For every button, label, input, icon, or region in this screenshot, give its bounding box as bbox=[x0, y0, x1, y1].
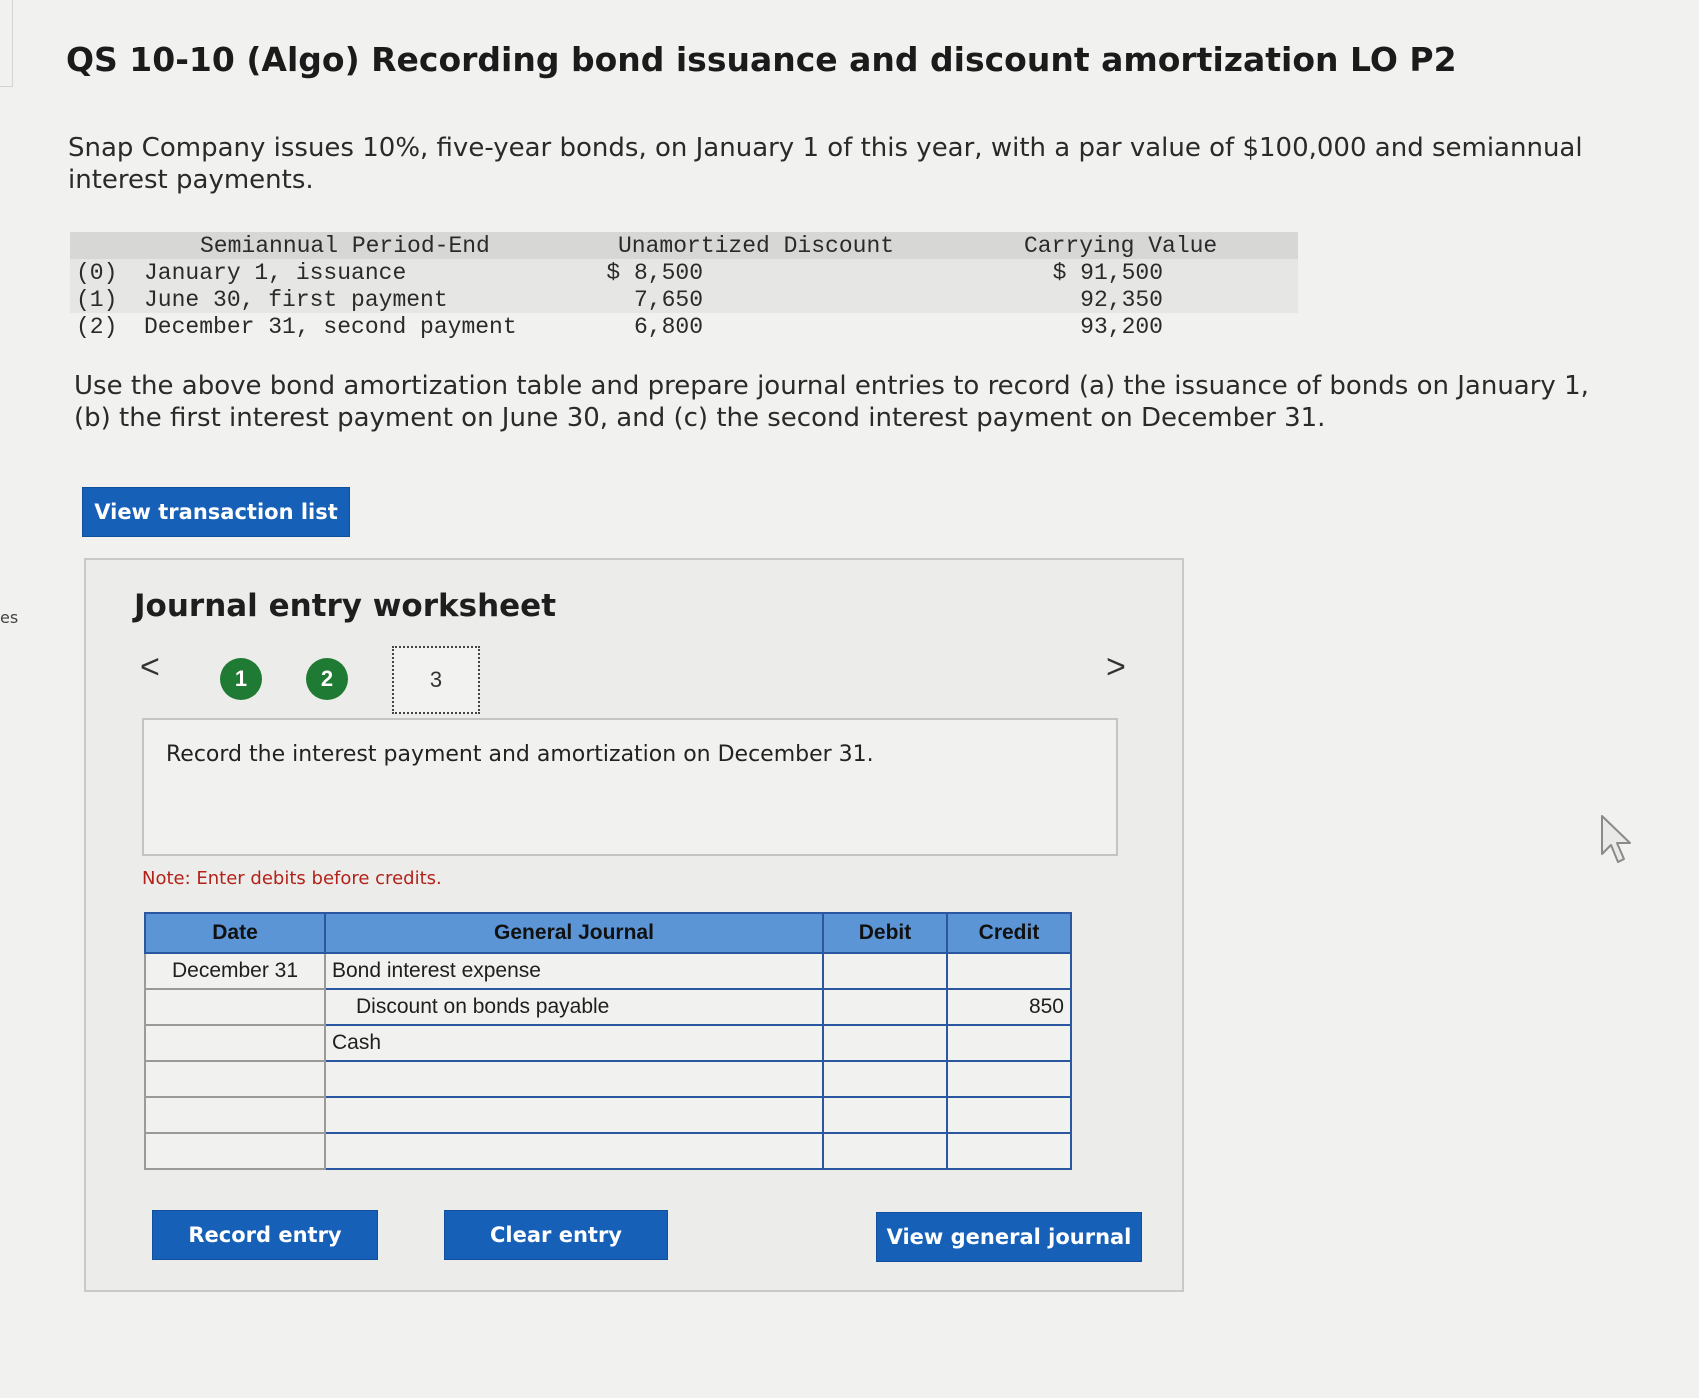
row-carrying: 92,350 bbox=[1080, 287, 1163, 313]
account-cell[interactable]: Bond interest expense bbox=[324, 952, 824, 990]
table-row: December 31 Bond interest expense bbox=[144, 952, 1072, 990]
debit-cell[interactable] bbox=[822, 988, 948, 1026]
amortization-table: Semiannual Period-End Unamortized Discou… bbox=[70, 232, 1298, 340]
chevron-left-icon[interactable]: < bbox=[140, 648, 160, 687]
entry-prompt-box: Record the interest payment and amortiza… bbox=[142, 718, 1118, 856]
header-carrying-value: Carrying Value bbox=[1024, 233, 1218, 259]
header-unamortized-discount: Unamortized Discount bbox=[618, 233, 895, 259]
date-cell[interactable] bbox=[144, 1096, 326, 1134]
debit-cell[interactable] bbox=[822, 952, 948, 990]
row-carrying: $ 91,500 bbox=[1052, 260, 1163, 286]
row-discount: 7,650 bbox=[633, 287, 703, 313]
credit-cell[interactable] bbox=[946, 1096, 1072, 1134]
header-general-journal: General Journal bbox=[324, 912, 824, 954]
row-discount: 6,800 bbox=[633, 314, 703, 340]
debit-cell[interactable] bbox=[822, 1132, 948, 1170]
header-debit: Debit bbox=[822, 912, 948, 954]
header-credit: Credit bbox=[946, 912, 1072, 954]
table-row bbox=[144, 1096, 1072, 1134]
header-date: Date bbox=[144, 912, 326, 954]
view-general-journal-button[interactable]: View general journal bbox=[876, 1212, 1142, 1262]
table-row bbox=[144, 1132, 1072, 1170]
credit-cell[interactable] bbox=[946, 1024, 1072, 1062]
journal-entry-worksheet: Journal entry worksheet < 1 2 3 > Record… bbox=[84, 558, 1184, 1292]
debit-cell[interactable] bbox=[822, 1096, 948, 1134]
table-row: Discount on bonds payable 850 bbox=[144, 988, 1072, 1026]
general-journal-table: Date General Journal Debit Credit Decemb… bbox=[144, 912, 1072, 1170]
credit-cell[interactable] bbox=[946, 1132, 1072, 1170]
journal-header-row: Date General Journal Debit Credit bbox=[144, 912, 1072, 954]
row-label: December 31, second payment bbox=[144, 314, 517, 340]
amortization-row: (1) June 30, first payment 7,650 92,350 bbox=[70, 286, 1298, 313]
row-index: (0) bbox=[76, 260, 118, 286]
left-panel-tab-text: es bbox=[0, 608, 19, 627]
account-cell[interactable]: Cash bbox=[324, 1024, 824, 1062]
amortization-header-row: Semiannual Period-End Unamortized Discou… bbox=[70, 232, 1298, 259]
date-cell[interactable] bbox=[144, 988, 326, 1026]
amortization-row: (2) December 31, second payment 6,800 93… bbox=[70, 313, 1298, 340]
debit-cell[interactable] bbox=[822, 1024, 948, 1062]
date-cell[interactable] bbox=[144, 1060, 326, 1098]
clear-entry-button[interactable]: Clear entry bbox=[444, 1210, 668, 1260]
chevron-right-icon[interactable]: > bbox=[1106, 648, 1126, 687]
row-index: (2) bbox=[76, 314, 118, 340]
account-cell[interactable] bbox=[324, 1132, 824, 1170]
step-3-button[interactable]: 3 bbox=[392, 646, 480, 714]
header-period: Semiannual Period-End bbox=[200, 233, 490, 259]
left-panel-tab bbox=[0, 0, 13, 87]
amortization-row: (0) January 1, issuance $ 8,500 $ 91,500 bbox=[70, 259, 1298, 286]
table-row: Cash bbox=[144, 1024, 1072, 1062]
account-cell[interactable] bbox=[324, 1096, 824, 1134]
record-entry-button[interactable]: Record entry bbox=[152, 1210, 378, 1260]
row-label: January 1, issuance bbox=[144, 260, 407, 286]
account-cell[interactable] bbox=[324, 1060, 824, 1098]
step-2-button[interactable]: 2 bbox=[306, 658, 348, 700]
entry-note: Note: Enter debits before credits. bbox=[142, 868, 442, 889]
entry-prompt: Record the interest payment and amortiza… bbox=[166, 742, 874, 767]
problem-instructions: Use the above bond amortization table an… bbox=[74, 371, 1589, 433]
row-discount: $ 8,500 bbox=[606, 260, 703, 286]
credit-cell[interactable] bbox=[946, 952, 1072, 990]
page-title: QS 10-10 (Algo) Recording bond issuance … bbox=[66, 40, 1457, 79]
account-cell[interactable]: Discount on bonds payable bbox=[324, 988, 824, 1026]
debit-cell[interactable] bbox=[822, 1060, 948, 1098]
credit-cell[interactable]: 850 bbox=[946, 988, 1072, 1026]
date-cell[interactable]: December 31 bbox=[144, 952, 326, 990]
date-cell[interactable] bbox=[144, 1132, 326, 1170]
credit-cell[interactable] bbox=[946, 1060, 1072, 1098]
worksheet-title: Journal entry worksheet bbox=[134, 588, 557, 624]
row-label: June 30, first payment bbox=[144, 287, 448, 313]
problem-intro: Snap Company issues 10%, five-year bonds… bbox=[68, 133, 1583, 195]
row-index: (1) bbox=[76, 287, 118, 313]
table-row bbox=[144, 1060, 1072, 1098]
mouse-pointer-icon bbox=[1601, 815, 1631, 863]
view-transaction-list-button[interactable]: View transaction list bbox=[82, 487, 350, 537]
row-carrying: 93,200 bbox=[1080, 314, 1163, 340]
step-1-button[interactable]: 1 bbox=[220, 658, 262, 700]
date-cell[interactable] bbox=[144, 1024, 326, 1062]
